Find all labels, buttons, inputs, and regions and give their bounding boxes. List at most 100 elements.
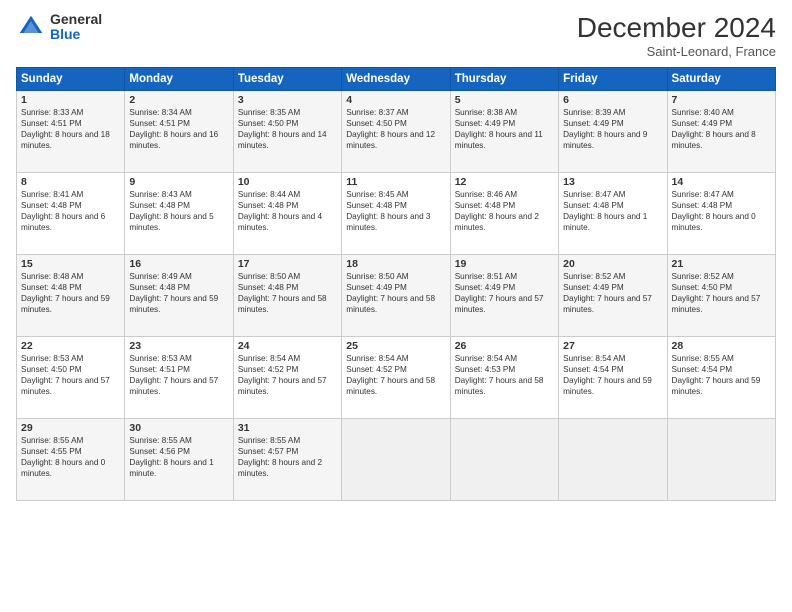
day-header-wednesday: Wednesday <box>342 68 450 91</box>
day-number: 29 <box>21 422 120 434</box>
cell-content: Sunrise: 8:52 AMSunset: 4:50 PMDaylight:… <box>672 271 771 315</box>
day-number: 4 <box>346 94 445 106</box>
calendar-cell: 17Sunrise: 8:50 AMSunset: 4:48 PMDayligh… <box>233 255 341 337</box>
calendar-cell: 25Sunrise: 8:54 AMSunset: 4:52 PMDayligh… <box>342 337 450 419</box>
day-number: 18 <box>346 258 445 270</box>
day-number: 23 <box>129 340 228 352</box>
calendar-cell: 3Sunrise: 8:35 AMSunset: 4:50 PMDaylight… <box>233 91 341 173</box>
logo-general: General <box>50 12 102 27</box>
calendar-body: 1Sunrise: 8:33 AMSunset: 4:51 PMDaylight… <box>17 91 776 501</box>
day-number: 31 <box>238 422 337 434</box>
calendar-cell: 15Sunrise: 8:48 AMSunset: 4:48 PMDayligh… <box>17 255 125 337</box>
day-number: 3 <box>238 94 337 106</box>
cell-content: Sunrise: 8:54 AMSunset: 4:52 PMDaylight:… <box>346 353 445 397</box>
calendar-cell: 2Sunrise: 8:34 AMSunset: 4:51 PMDaylight… <box>125 91 233 173</box>
calendar-cell: 27Sunrise: 8:54 AMSunset: 4:54 PMDayligh… <box>559 337 667 419</box>
calendar-cell: 9Sunrise: 8:43 AMSunset: 4:48 PMDaylight… <box>125 173 233 255</box>
calendar-cell: 24Sunrise: 8:54 AMSunset: 4:52 PMDayligh… <box>233 337 341 419</box>
day-number: 13 <box>563 176 662 188</box>
logo: General Blue <box>16 12 102 43</box>
calendar-cell: 7Sunrise: 8:40 AMSunset: 4:49 PMDaylight… <box>667 91 775 173</box>
calendar-cell: 18Sunrise: 8:50 AMSunset: 4:49 PMDayligh… <box>342 255 450 337</box>
calendar-cell: 22Sunrise: 8:53 AMSunset: 4:50 PMDayligh… <box>17 337 125 419</box>
day-number: 22 <box>21 340 120 352</box>
day-number: 10 <box>238 176 337 188</box>
header: General Blue December 2024 Saint-Leonard… <box>16 12 776 59</box>
day-number: 25 <box>346 340 445 352</box>
cell-content: Sunrise: 8:48 AMSunset: 4:48 PMDaylight:… <box>21 271 120 315</box>
day-number: 21 <box>672 258 771 270</box>
calendar-cell: 5Sunrise: 8:38 AMSunset: 4:49 PMDaylight… <box>450 91 558 173</box>
cell-content: Sunrise: 8:54 AMSunset: 4:53 PMDaylight:… <box>455 353 554 397</box>
day-number: 20 <box>563 258 662 270</box>
day-header-saturday: Saturday <box>667 68 775 91</box>
calendar-table: SundayMondayTuesdayWednesdayThursdayFrid… <box>16 67 776 501</box>
day-number: 11 <box>346 176 445 188</box>
location-subtitle: Saint-Leonard, France <box>577 44 776 59</box>
day-header-monday: Monday <box>125 68 233 91</box>
cell-content: Sunrise: 8:55 AMSunset: 4:57 PMDaylight:… <box>238 435 337 479</box>
day-number: 14 <box>672 176 771 188</box>
week-row-5: 29Sunrise: 8:55 AMSunset: 4:55 PMDayligh… <box>17 419 776 501</box>
cell-content: Sunrise: 8:50 AMSunset: 4:49 PMDaylight:… <box>346 271 445 315</box>
calendar-cell: 31Sunrise: 8:55 AMSunset: 4:57 PMDayligh… <box>233 419 341 501</box>
calendar-cell: 21Sunrise: 8:52 AMSunset: 4:50 PMDayligh… <box>667 255 775 337</box>
day-header-friday: Friday <box>559 68 667 91</box>
cell-content: Sunrise: 8:47 AMSunset: 4:48 PMDaylight:… <box>563 189 662 233</box>
day-number: 16 <box>129 258 228 270</box>
title-block: December 2024 Saint-Leonard, France <box>577 12 776 59</box>
cell-content: Sunrise: 8:55 AMSunset: 4:56 PMDaylight:… <box>129 435 228 479</box>
calendar-cell: 20Sunrise: 8:52 AMSunset: 4:49 PMDayligh… <box>559 255 667 337</box>
day-number: 12 <box>455 176 554 188</box>
cell-content: Sunrise: 8:54 AMSunset: 4:54 PMDaylight:… <box>563 353 662 397</box>
month-title: December 2024 <box>577 12 776 44</box>
calendar-cell: 29Sunrise: 8:55 AMSunset: 4:55 PMDayligh… <box>17 419 125 501</box>
calendar-cell <box>559 419 667 501</box>
cell-content: Sunrise: 8:46 AMSunset: 4:48 PMDaylight:… <box>455 189 554 233</box>
cell-content: Sunrise: 8:53 AMSunset: 4:50 PMDaylight:… <box>21 353 120 397</box>
cell-content: Sunrise: 8:53 AMSunset: 4:51 PMDaylight:… <box>129 353 228 397</box>
cell-content: Sunrise: 8:39 AMSunset: 4:49 PMDaylight:… <box>563 107 662 151</box>
cell-content: Sunrise: 8:44 AMSunset: 4:48 PMDaylight:… <box>238 189 337 233</box>
cell-content: Sunrise: 8:49 AMSunset: 4:48 PMDaylight:… <box>129 271 228 315</box>
day-number: 19 <box>455 258 554 270</box>
cell-content: Sunrise: 8:35 AMSunset: 4:50 PMDaylight:… <box>238 107 337 151</box>
week-row-1: 1Sunrise: 8:33 AMSunset: 4:51 PMDaylight… <box>17 91 776 173</box>
cell-content: Sunrise: 8:54 AMSunset: 4:52 PMDaylight:… <box>238 353 337 397</box>
cell-content: Sunrise: 8:41 AMSunset: 4:48 PMDaylight:… <box>21 189 120 233</box>
calendar-cell: 6Sunrise: 8:39 AMSunset: 4:49 PMDaylight… <box>559 91 667 173</box>
logo-blue: Blue <box>50 27 102 42</box>
day-number: 28 <box>672 340 771 352</box>
calendar-cell: 28Sunrise: 8:55 AMSunset: 4:54 PMDayligh… <box>667 337 775 419</box>
cell-content: Sunrise: 8:34 AMSunset: 4:51 PMDaylight:… <box>129 107 228 151</box>
cell-content: Sunrise: 8:47 AMSunset: 4:48 PMDaylight:… <box>672 189 771 233</box>
day-number: 15 <box>21 258 120 270</box>
calendar-cell: 4Sunrise: 8:37 AMSunset: 4:50 PMDaylight… <box>342 91 450 173</box>
cell-content: Sunrise: 8:45 AMSunset: 4:48 PMDaylight:… <box>346 189 445 233</box>
calendar-cell: 16Sunrise: 8:49 AMSunset: 4:48 PMDayligh… <box>125 255 233 337</box>
page: General Blue December 2024 Saint-Leonard… <box>0 0 792 612</box>
day-number: 17 <box>238 258 337 270</box>
cell-content: Sunrise: 8:38 AMSunset: 4:49 PMDaylight:… <box>455 107 554 151</box>
calendar-cell <box>342 419 450 501</box>
day-header-tuesday: Tuesday <box>233 68 341 91</box>
calendar-header: SundayMondayTuesdayWednesdayThursdayFrid… <box>17 68 776 91</box>
calendar-cell: 14Sunrise: 8:47 AMSunset: 4:48 PMDayligh… <box>667 173 775 255</box>
cell-content: Sunrise: 8:37 AMSunset: 4:50 PMDaylight:… <box>346 107 445 151</box>
day-number: 24 <box>238 340 337 352</box>
calendar-cell: 19Sunrise: 8:51 AMSunset: 4:49 PMDayligh… <box>450 255 558 337</box>
day-number: 9 <box>129 176 228 188</box>
week-row-2: 8Sunrise: 8:41 AMSunset: 4:48 PMDaylight… <box>17 173 776 255</box>
cell-content: Sunrise: 8:55 AMSunset: 4:55 PMDaylight:… <box>21 435 120 479</box>
calendar-cell: 26Sunrise: 8:54 AMSunset: 4:53 PMDayligh… <box>450 337 558 419</box>
calendar-cell: 13Sunrise: 8:47 AMSunset: 4:48 PMDayligh… <box>559 173 667 255</box>
cell-content: Sunrise: 8:40 AMSunset: 4:49 PMDaylight:… <box>672 107 771 151</box>
cell-content: Sunrise: 8:33 AMSunset: 4:51 PMDaylight:… <box>21 107 120 151</box>
logo-icon <box>16 12 46 42</box>
day-number: 1 <box>21 94 120 106</box>
day-number: 26 <box>455 340 554 352</box>
cell-content: Sunrise: 8:51 AMSunset: 4:49 PMDaylight:… <box>455 271 554 315</box>
day-number: 6 <box>563 94 662 106</box>
logo-text: General Blue <box>50 12 102 43</box>
calendar-cell <box>667 419 775 501</box>
